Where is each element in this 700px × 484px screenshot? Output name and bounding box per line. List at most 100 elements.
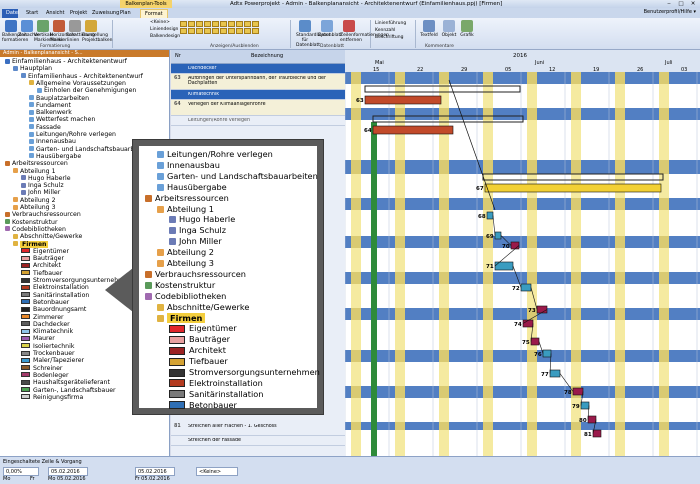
- table-row[interactable]: Streichen der Fassade: [171, 436, 345, 446]
- tab-plan[interactable]: Plan: [116, 9, 135, 18]
- callout-tree-item[interactable]: Garten- und Landschaftsbauarbeiten: [157, 171, 318, 182]
- tree-item[interactable]: Abteilung 3: [13, 204, 56, 211]
- tree-item[interactable]: Einfamilienhaus - Architektenentwurf: [5, 58, 127, 65]
- callout-tree-item[interactable]: Inga Schulz: [169, 225, 226, 236]
- code-list-item[interactable]: Bauträger: [21, 255, 64, 262]
- tree-item[interactable]: John Miller: [21, 189, 60, 196]
- remove-format-button[interactable]: Zeilenformatierungen entfernen: [340, 20, 389, 43]
- tree-item[interactable]: Abteilung 1: [13, 168, 56, 175]
- ribbon-small-linie[interactable]: Linienführung: [375, 21, 415, 26]
- project-bar-button[interactable]: Darstellung Projektbalken: [82, 20, 112, 43]
- callout-code-item[interactable]: Architekt: [169, 345, 226, 356]
- minimize-button[interactable]: ‒: [664, 0, 674, 8]
- tab-start[interactable]: Start: [22, 9, 42, 18]
- tree-item[interactable]: Kostenstruktur: [5, 219, 58, 226]
- layout-button[interactable]: Standardlayout für Datenblatt: [296, 20, 331, 48]
- col-header-nr[interactable]: Nr: [175, 53, 181, 59]
- callout-tree-item[interactable]: Arbeitsressourcen: [145, 193, 229, 204]
- gantt-canvas[interactable]: 2016Mai Juni Juli15 22 29 05 12 19 26 03636467686…: [345, 50, 700, 456]
- callout-code-item[interactable]: Betonbauer: [169, 400, 237, 411]
- callout-tree-item[interactable]: Codebibliotheken: [145, 291, 226, 302]
- tree-item[interactable]: Arbeitsressourcen: [5, 160, 68, 167]
- help-menu[interactable]: Benutzerprofil/Hilfe ▾: [644, 9, 696, 15]
- progress-field[interactable]: 0,00%: [3, 467, 39, 476]
- callout-code-item[interactable]: Sanitärinstallation: [169, 389, 263, 400]
- table-row[interactable]: 64 Verlegen der Klimaanlagenrohre: [171, 100, 345, 116]
- callout-code-item[interactable]: Elektroinstallation: [169, 378, 263, 389]
- code-list-item[interactable]: Maler/Tapezierer: [21, 357, 84, 364]
- datasheet-button[interactable]: Datenblatt: [318, 20, 342, 38]
- tree-item[interactable]: Garten- und Landschaftsbauarbeiten: [29, 146, 150, 153]
- tree-item[interactable]: Fassade: [29, 124, 61, 131]
- tree-item[interactable]: Bauplatzarbeiten: [29, 95, 89, 102]
- maximize-button[interactable]: □: [676, 0, 686, 8]
- tree-item[interactable]: Innenausbau: [29, 138, 76, 145]
- callout-code-item[interactable]: Tiefbauer: [169, 356, 228, 367]
- tree-item[interactable]: Codebibliotheken: [5, 226, 66, 233]
- code-list-item[interactable]: Eigentümer: [21, 248, 69, 255]
- code-list-item[interactable]: Reinigungsfirma: [21, 394, 83, 401]
- tree-item[interactable]: Hausübergabe: [29, 153, 81, 160]
- tree-item[interactable]: Balkenwerk: [29, 109, 72, 116]
- table-row[interactable]: Dachdecker: [171, 64, 345, 74]
- start-date-field[interactable]: 05.02.2016: [48, 467, 88, 476]
- callout-tree-item[interactable]: Abteilung 1: [157, 204, 214, 215]
- code-list-item[interactable]: Elektroinstallation: [21, 284, 89, 291]
- style-dropdown-keine[interactable]: <Keine>: [150, 20, 178, 25]
- style-dropdown-linien[interactable]: Liniendesign: [150, 27, 178, 32]
- callout-tree-item[interactable]: Hausübergabe: [157, 182, 227, 193]
- tree-item[interactable]: Abteilung 2: [13, 197, 56, 204]
- code-list-item[interactable]: Schreiner: [21, 365, 62, 372]
- callout-code-item[interactable]: Stromversorgungsunternehmen: [169, 367, 320, 378]
- tree-item[interactable]: Einholen der Genehmigungen: [37, 87, 136, 94]
- tab-ansicht[interactable]: Ansicht: [42, 9, 68, 18]
- context-tab[interactable]: Balkenplan-Tools: [120, 0, 172, 8]
- code-list-item[interactable]: Dachdecker: [21, 321, 70, 328]
- callout-tree-item[interactable]: Hugo Haberle: [169, 214, 235, 225]
- code-list-item[interactable]: Maurer: [21, 335, 55, 342]
- tree-item[interactable]: Einfamilienhaus - Architektenentwurf: [21, 73, 143, 80]
- table-row[interactable]: Leitungen/Rohre verlegen: [171, 116, 345, 126]
- callout-tree-item[interactable]: Firmen: [157, 312, 206, 324]
- callout-tree-item[interactable]: Leitungen/Rohre verlegen: [157, 149, 273, 160]
- tree-item[interactable]: Fundament: [29, 102, 71, 109]
- code-list-item[interactable]: Haushaltsgerätelieferant: [21, 379, 110, 386]
- textbox-button[interactable]: Textfeld: [420, 20, 438, 38]
- code-list-item[interactable]: Zimmerer: [21, 314, 64, 321]
- tree-item[interactable]: Verbrauchsressourcen: [5, 211, 81, 218]
- callout-tree-item[interactable]: Abteilung 3: [157, 258, 214, 269]
- code-list-item[interactable]: Betonbauer: [21, 299, 69, 306]
- tree-item[interactable]: Wetterfest machen: [29, 116, 95, 123]
- close-button[interactable]: ✕: [688, 0, 698, 8]
- code-list-item[interactable]: Garten-, Landschaftsbauer: [21, 387, 116, 394]
- callout-tree-item[interactable]: Innenausbau: [157, 160, 220, 171]
- table-row[interactable]: 81 Streichen aller Flächen - 1. Geschoss: [171, 422, 345, 436]
- code-list-item[interactable]: Bauordnungsamt: [21, 306, 86, 313]
- table-row[interactable]: Klimatechnik: [171, 90, 345, 100]
- end-date-field[interactable]: 05.02.2016: [135, 467, 175, 476]
- code-list-item[interactable]: Sanitärinstallation: [21, 292, 89, 299]
- tree-item[interactable]: Leitungen/Rohre verlegen: [29, 131, 116, 138]
- style-dropdown-balken[interactable]: Balkendesign: [150, 34, 180, 39]
- object-button[interactable]: Objekt: [440, 20, 458, 38]
- tree-item[interactable]: Hugo Haberle: [21, 175, 71, 182]
- tree-item[interactable]: Allgemeine Voraussetzungen: [29, 80, 126, 87]
- graphic-button[interactable]: Grafik: [458, 20, 476, 38]
- tree-item[interactable]: Hauptplan: [13, 65, 52, 72]
- callout-code-item[interactable]: Eigentümer: [169, 323, 237, 334]
- tree-item[interactable]: Inga Schulz: [21, 182, 64, 189]
- col-header-bezeichnung[interactable]: Bezeichnung: [251, 53, 283, 59]
- tab-datei[interactable]: Datei: [2, 9, 19, 18]
- code-list-item[interactable]: Bodenleger: [21, 372, 69, 379]
- code-list-item[interactable]: Trockenbauer: [21, 350, 75, 357]
- code-list-item[interactable]: Tiefbauer: [21, 270, 62, 277]
- callout-tree-item[interactable]: John Miller: [169, 236, 222, 247]
- tree-item[interactable]: Firmen: [13, 240, 49, 248]
- code-list-item[interactable]: Architekt: [21, 262, 61, 269]
- table-row[interactable]: 63 Aufbringen der Unterspannbahn, der Tra…: [171, 74, 345, 90]
- callout-code-item[interactable]: Bauträger: [169, 334, 230, 345]
- code-list-item[interactable]: Isoliertechnik: [21, 343, 74, 350]
- callout-tree-item[interactable]: Verbrauchsressourcen: [145, 269, 246, 280]
- callout-tree-item[interactable]: Abteilung 2: [157, 247, 214, 258]
- tab-format[interactable]: Format: [140, 9, 168, 18]
